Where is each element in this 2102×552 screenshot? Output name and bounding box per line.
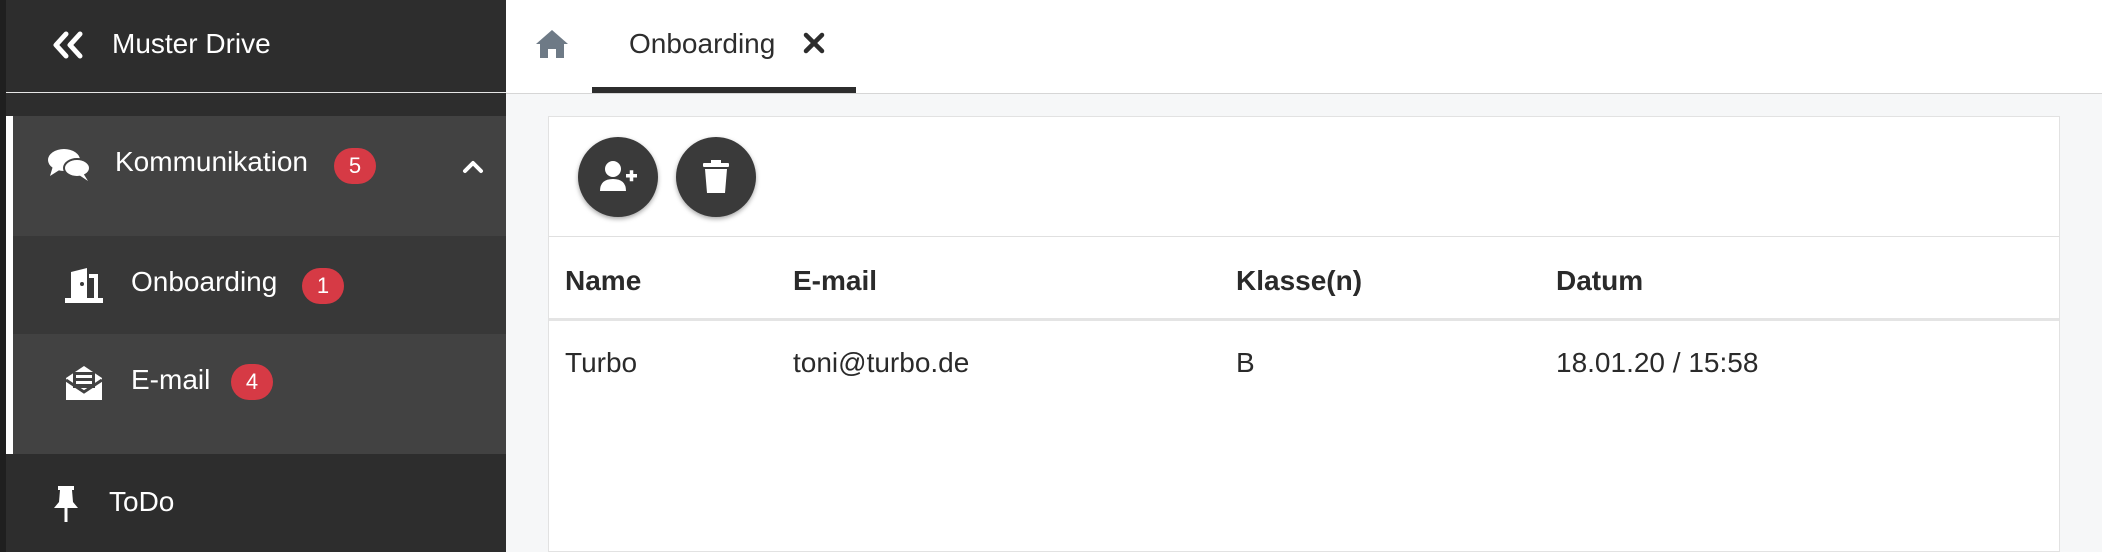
toolbar (549, 117, 2059, 237)
home-icon[interactable] (534, 28, 570, 60)
count-badge: 4 (231, 364, 273, 400)
comments-icon (47, 146, 91, 184)
sidebar-item-email[interactable]: E-mail 4 (13, 334, 506, 454)
table-row[interactable]: Turbo toni@turbo.de B 18.01.20 / 15:58 (549, 321, 2059, 399)
sidebar-item-label: Onboarding (131, 266, 278, 297)
collapse-sidebar-icon[interactable] (50, 30, 86, 60)
sidebar-item-onboarding[interactable]: Onboarding 1 (13, 236, 506, 334)
door-open-icon (63, 266, 105, 304)
sidebar-item-todo[interactable]: ToDo (6, 454, 506, 552)
cell-name: Turbo (565, 347, 638, 378)
column-header-datum[interactable]: Datum (1556, 265, 1643, 297)
tab-onboarding[interactable]: Onboarding (592, 0, 856, 94)
sidebar-header: Muster Drive (6, 0, 506, 93)
tab-bar: Onboarding (506, 0, 2102, 94)
close-icon[interactable] (802, 31, 826, 55)
active-indicator (6, 116, 13, 454)
cell-datum: 18.01.20 / 15:58 (1556, 347, 1759, 378)
sidebar-item-kommunikation[interactable]: Kommunikation 5 (13, 116, 506, 236)
envelope-open-text-icon (63, 364, 105, 402)
count-badge: 1 (302, 268, 344, 304)
sidebar-item-label: E-mail (131, 364, 211, 395)
column-header-email[interactable]: E-mail (793, 265, 877, 297)
sidebar-group-kommunikation: Kommunikation 5 Onboarding 1 E-mail 4 (6, 116, 506, 454)
cell-klassen: B (1236, 347, 1255, 378)
content-card: Name E-mail Klasse(n) Datum Turbo toni@t… (548, 116, 2060, 552)
app-title: Muster Drive (112, 28, 271, 59)
user-plus-icon (600, 161, 637, 191)
cell-email: toni@turbo.de (793, 347, 970, 378)
column-header-name[interactable]: Name (565, 265, 641, 297)
sidebar-item-label: ToDo (109, 486, 175, 517)
add-user-button[interactable] (578, 137, 658, 217)
sidebar: Muster Drive Kommunikation 5 Onboarding … (0, 0, 506, 552)
chevron-up-icon[interactable] (461, 156, 485, 176)
delete-button[interactable] (676, 137, 756, 217)
table-header: Name E-mail Klasse(n) Datum (549, 237, 2059, 321)
trash-icon (703, 160, 729, 193)
column-header-klassen[interactable]: Klasse(n) (1236, 265, 1362, 297)
thumbtack-icon (46, 484, 86, 524)
sidebar-group-label: Kommunikation (115, 146, 308, 177)
tab-label: Onboarding (629, 28, 776, 59)
count-badge: 5 (334, 148, 376, 184)
active-tab-indicator (592, 87, 856, 93)
